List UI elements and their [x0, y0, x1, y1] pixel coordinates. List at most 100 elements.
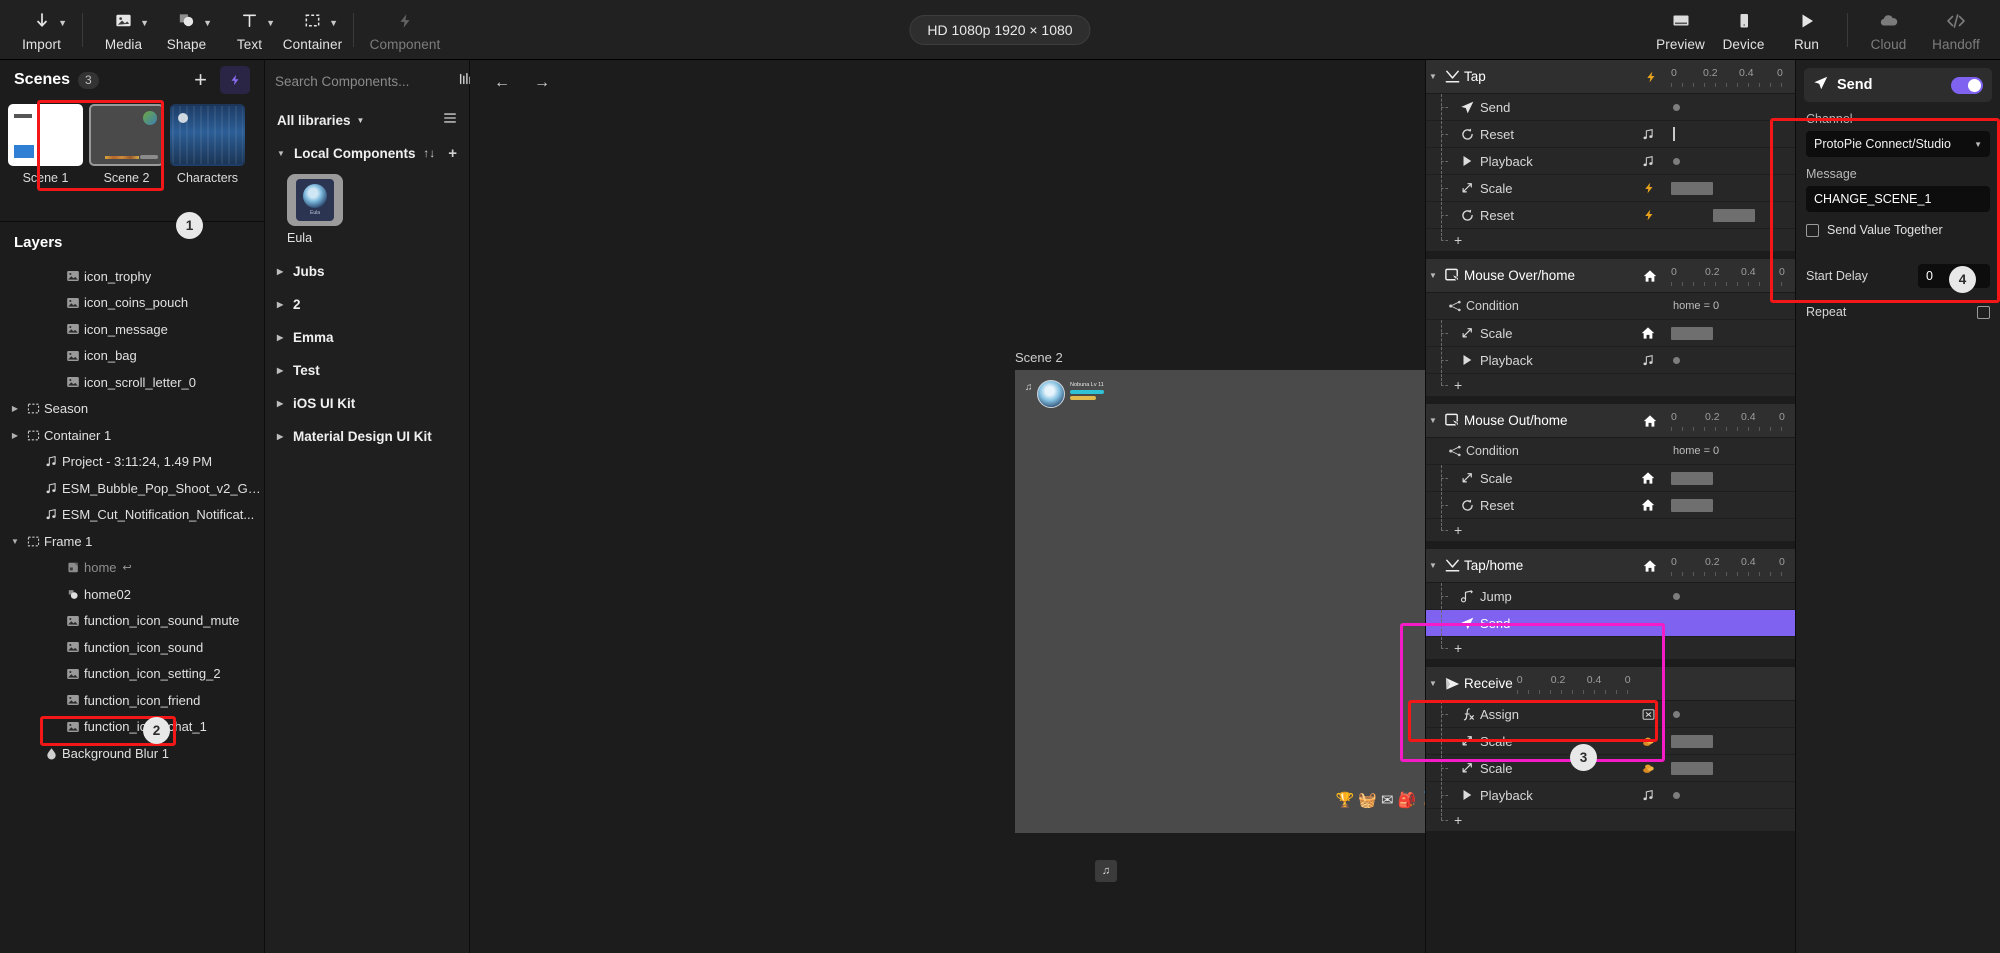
response-row[interactable]: Scale [1426, 465, 1795, 492]
add-scene-button[interactable]: + [189, 69, 212, 91]
layer-row[interactable]: function_icon_setting_2 [0, 661, 264, 688]
response-row[interactable]: Send [1426, 610, 1795, 637]
chevron-down-icon[interactable]: ▼ [266, 18, 275, 28]
layer-row[interactable]: icon_bag [0, 343, 264, 370]
layer-row[interactable]: home02 [0, 581, 264, 608]
layers-list[interactable]: icon_trophy icon_coins_pouch icon_message i… [0, 257, 264, 953]
timeline-duration-bar[interactable] [1671, 498, 1713, 512]
local-components-group[interactable]: ▼ Local Components ↑↓ + [265, 138, 469, 168]
layer-row[interactable]: function_icon_sound_mute [0, 608, 264, 635]
component-card-eula[interactable]: Eula Eula [287, 174, 343, 245]
chevron-down-icon[interactable]: ▼ [1426, 416, 1440, 425]
add-response-row[interactable]: + [1426, 374, 1795, 396]
layer-row[interactable]: icon_trophy [0, 263, 264, 290]
enable-toggle[interactable] [1951, 76, 1983, 94]
artboard-menu-icon[interactable]: 🏆 [1336, 791, 1355, 809]
back-button[interactable]: ← [488, 70, 516, 96]
layer-row[interactable]: function_icon_friend [0, 687, 264, 714]
trigger-row[interactable]: ▼ Mouse Out/home 0 0.2 0.4 0 [1426, 404, 1795, 438]
chevron-down-icon[interactable]: ▼ [1426, 271, 1440, 280]
layer-row[interactable]: function_icon_chat_1 [0, 714, 264, 741]
response-row[interactable]: Scale [1426, 320, 1795, 347]
chevron-down-icon[interactable]: ▼ [8, 537, 22, 546]
artboard-menu-icon[interactable]: ✉ [1381, 791, 1394, 809]
response-row[interactable]: Playback [1426, 782, 1795, 809]
toolbar-import-button[interactable]: Import ▼ [10, 2, 73, 58]
timeline-keyframe-dot[interactable] [1673, 103, 1680, 111]
timeline-duration-bar[interactable] [1671, 471, 1713, 485]
add-response-row[interactable]: + [1426, 519, 1795, 541]
timeline-duration-bar[interactable] [1671, 734, 1713, 748]
canvas-size-selector[interactable]: HD 1080p 1920 × 1080 [909, 14, 1091, 45]
response-row[interactable]: Scale [1426, 755, 1795, 782]
chevron-down-icon[interactable]: ▼ [203, 18, 212, 28]
library-group-row[interactable]: ▶ Jubs [265, 255, 469, 288]
timeline-keyframe-dot[interactable] [1673, 157, 1680, 165]
chevron-right-icon[interactable]: ▶ [8, 404, 22, 413]
library-group-row[interactable]: ▶ Material Design UI Kit [265, 420, 469, 453]
message-input[interactable]: CHANGE_SCENE_1 [1806, 186, 1990, 212]
response-row[interactable]: Reset [1426, 492, 1795, 519]
toolbar-container-button[interactable]: Container ▼ [281, 2, 344, 58]
send-value-together-checkbox[interactable] [1806, 223, 1819, 237]
library-group-row[interactable]: ▶ 2 [265, 288, 469, 321]
response-row[interactable]: Send [1426, 94, 1795, 121]
chevron-right-icon[interactable]: ▶ [8, 431, 22, 440]
library-group-row[interactable]: ▶ Emma [265, 321, 469, 354]
response-row[interactable]: Jump [1426, 583, 1795, 610]
layer-row[interactable]: Project - 3:11:24, 1.49 PM [0, 449, 264, 476]
add-response-button[interactable]: + [1454, 232, 1462, 248]
trigger-row[interactable]: ▼ Tap/home 0 0.2 0.4 0 [1426, 549, 1795, 583]
scene-lightning-button[interactable] [220, 66, 250, 94]
timeline-keyframe-dot[interactable] [1673, 710, 1680, 718]
toolbar-text-button[interactable]: Text ▼ [218, 2, 281, 58]
toolbar-preview-button[interactable]: Preview [1649, 2, 1712, 58]
component-thumbnail[interactable]: Eula [287, 174, 343, 226]
toolbar-cloud-button[interactable]: Cloud [1857, 2, 1920, 58]
response-row[interactable]: Reset [1426, 121, 1795, 148]
add-component-button[interactable]: + [448, 145, 457, 162]
trigger-row[interactable]: ▼ Receive 0 0.2 0.4 0 [1426, 667, 1795, 701]
artboard-menu-icon[interactable]: 🧺 [1358, 791, 1377, 809]
toolbar-handoff-button[interactable]: Handoff [1920, 2, 1992, 58]
timeline-keyframe-dot[interactable] [1673, 619, 1680, 627]
channel-select[interactable]: ProtoPie Connect/Studio ▼ [1806, 131, 1990, 157]
add-response-button[interactable]: + [1454, 522, 1462, 538]
interactions-panel[interactable]: ▼ Tap 0 0.2 0.4 0 Send Reset Playback Sc… [1425, 60, 1795, 953]
toolbar-shape-button[interactable]: Shape ▼ [155, 2, 218, 58]
add-response-button[interactable]: + [1454, 377, 1462, 393]
libraries-dropdown[interactable]: All libraries ▼ [265, 102, 469, 138]
timeline-marker[interactable] [1673, 127, 1675, 141]
layer-row[interactable]: ▶ Container 1 [0, 422, 264, 449]
scene-item-3[interactable]: Characters [170, 104, 245, 185]
timeline-keyframe-dot[interactable] [1673, 791, 1680, 799]
timeline-keyframe-dot[interactable] [1673, 356, 1680, 364]
timeline-duration-bar[interactable] [1671, 181, 1713, 195]
list-options-icon[interactable] [443, 111, 457, 130]
add-response-row[interactable]: + [1426, 637, 1795, 659]
scene-item-1[interactable]: Scene 1 [8, 104, 83, 185]
layer-row[interactable]: ▶ Season [0, 396, 264, 423]
layer-row[interactable]: Background Blur 1 [0, 740, 264, 767]
scene-item-2[interactable]: Scene 2 [89, 104, 164, 185]
toolbar-component-button[interactable]: Component [363, 2, 447, 58]
trigger-row[interactable]: ▼ Tap 0 0.2 0.4 0 [1426, 60, 1795, 94]
toolbar-media-button[interactable]: Media ▼ [92, 2, 155, 58]
chevron-down-icon[interactable]: ▼ [1426, 561, 1440, 570]
layer-row[interactable]: ▼ Frame 1 [0, 528, 264, 555]
scene-thumbnail[interactable] [170, 104, 245, 166]
add-response-button[interactable]: + [1454, 812, 1462, 828]
scene-thumbnail[interactable] [89, 104, 164, 166]
add-response-button[interactable]: + [1454, 640, 1462, 656]
library-group-row[interactable]: ▶ iOS UI Kit [265, 387, 469, 420]
condition-row[interactable]: Condition home = 0 [1426, 438, 1795, 465]
timeline-duration-bar[interactable] [1671, 761, 1713, 775]
toolbar-device-button[interactable]: Device [1712, 2, 1775, 58]
search-input[interactable] [275, 73, 452, 89]
timeline-duration-bar[interactable] [1713, 208, 1755, 222]
response-row[interactable]: Assign [1426, 701, 1795, 728]
sort-icon[interactable]: ↑↓ [423, 146, 435, 160]
layer-row[interactable]: ESM_Cut_Notification_Notificat... [0, 502, 264, 529]
trigger-row[interactable]: ▼ Mouse Over/home 0 0.2 0.4 0 [1426, 259, 1795, 293]
layer-row[interactable]: icon_scroll_letter_0 [0, 369, 264, 396]
